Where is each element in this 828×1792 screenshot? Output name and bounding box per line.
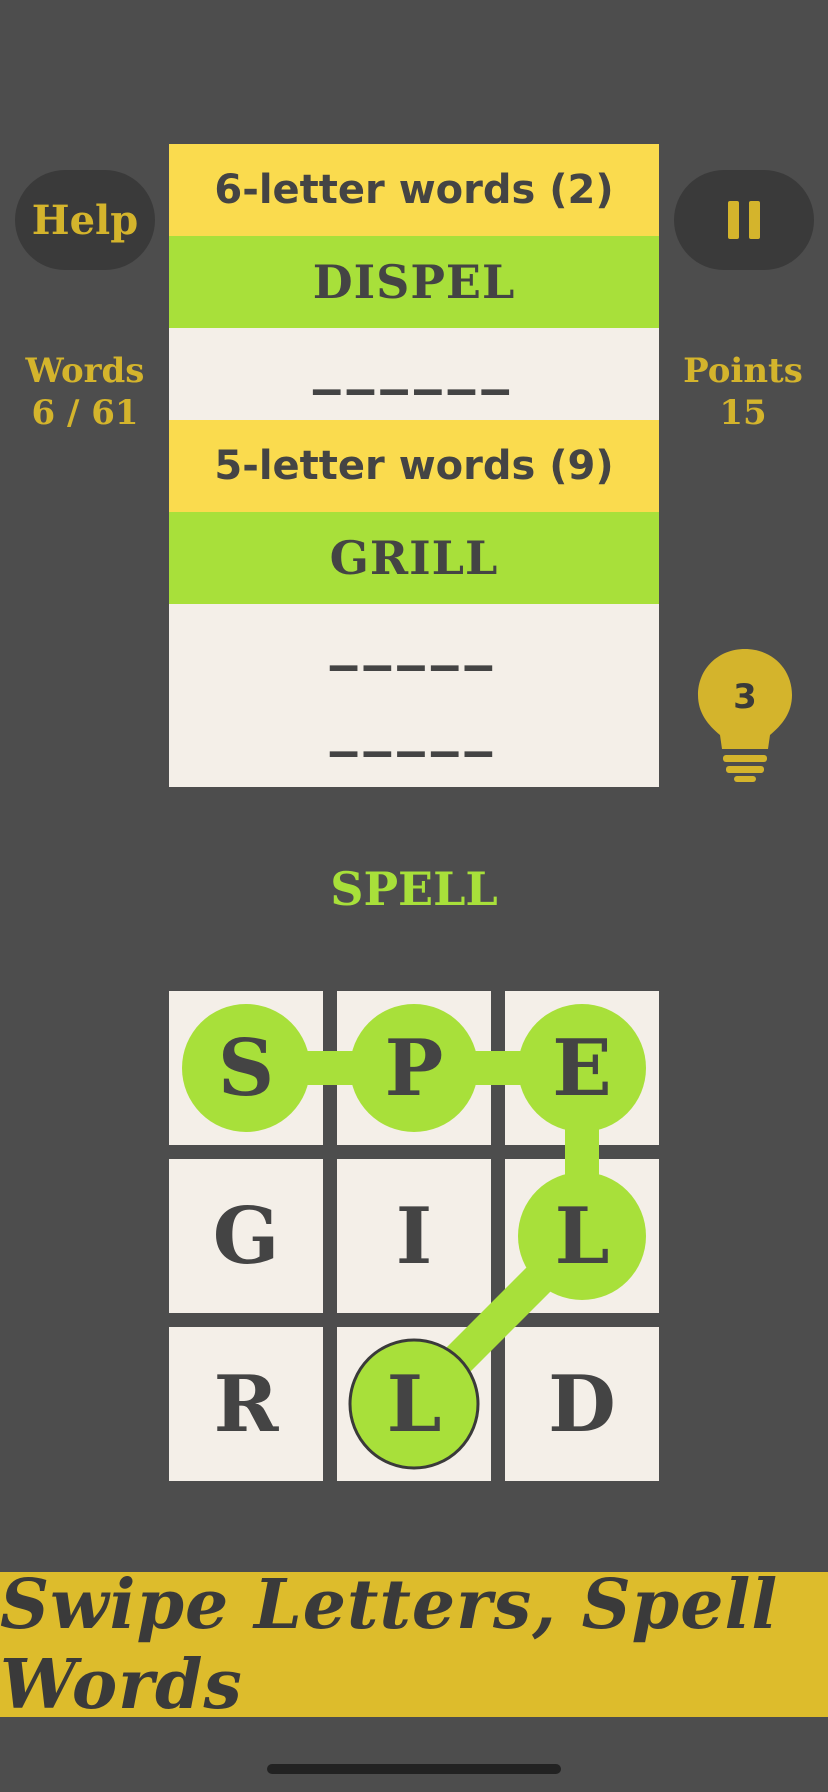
letter-4[interactable]: I — [337, 1159, 491, 1313]
pause-button[interactable] — [674, 170, 814, 270]
letter-2[interactable]: E — [505, 991, 659, 1145]
letter-1[interactable]: P — [337, 991, 491, 1145]
words-counter: Words 6 / 61 — [0, 350, 170, 434]
word-list-panel: 6-letter words (2) DISPEL –––––– 5-lette… — [169, 144, 659, 787]
words-value: 6 / 61 — [31, 393, 139, 433]
help-button[interactable]: Help — [15, 170, 155, 270]
pause-icon — [728, 201, 760, 239]
hint-button[interactable]: 3 — [690, 645, 800, 785]
letter-8[interactable]: D — [505, 1327, 659, 1481]
letter-3[interactable]: G — [169, 1159, 323, 1313]
banner-text: Swipe Letters, Spell Words — [0, 1564, 779, 1725]
five-letter-header: 5-letter words (9) — [169, 420, 659, 512]
help-label: Help — [31, 196, 139, 244]
blank-word-six: –––––– — [312, 362, 516, 416]
letter-6[interactable]: R — [169, 1327, 323, 1481]
current-word: SPELL — [330, 862, 498, 916]
found-word-dispel: DISPEL — [169, 236, 659, 328]
six-letter-header: 6-letter words (2) — [169, 144, 659, 236]
letter-5[interactable]: L — [505, 1159, 659, 1313]
hint-count: 3 — [733, 677, 757, 717]
words-label: Words — [25, 351, 145, 391]
points-label: Points — [683, 351, 803, 391]
home-indicator[interactable] — [267, 1764, 561, 1774]
blank-word-five-2: ––––– — [329, 724, 499, 778]
blank-word-five-1: ––––– — [329, 638, 499, 692]
letter-7[interactable]: L — [337, 1327, 491, 1481]
points-value: 15 — [719, 393, 767, 433]
points-counter: Points 15 — [658, 350, 828, 434]
found-word-grill: GRILL — [169, 512, 659, 604]
promo-banner: Swipe Letters, Spell Words — [0, 1565, 828, 1725]
letter-0[interactable]: S — [169, 991, 323, 1145]
letter-grid[interactable]: SPEGILRLD — [169, 991, 659, 1481]
